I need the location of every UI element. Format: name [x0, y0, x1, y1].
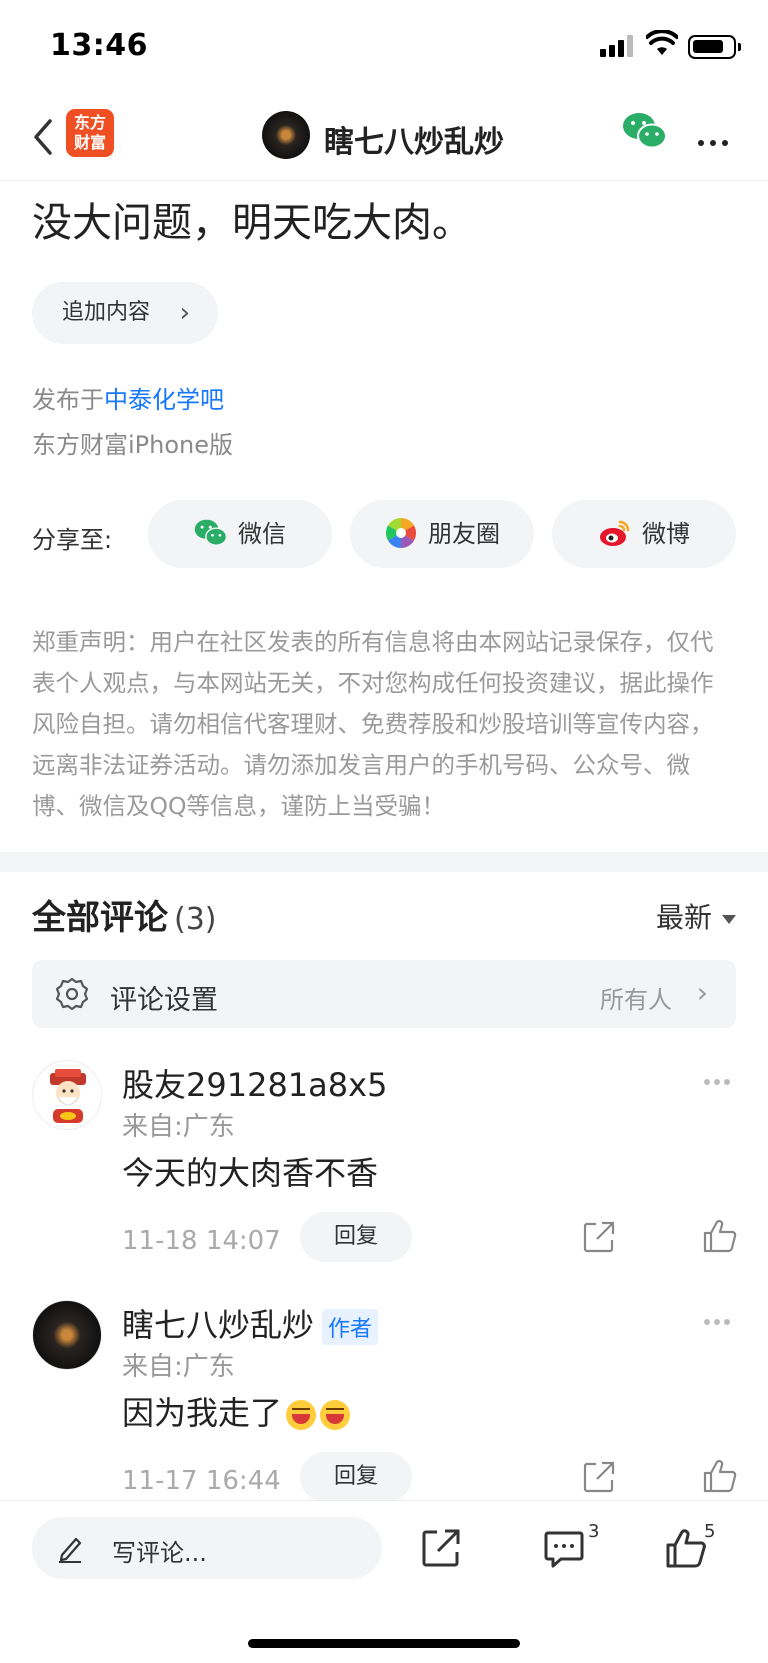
wechat-icon[interactable]: [622, 111, 668, 151]
signal-icon: [600, 35, 636, 57]
comments-title: 全部评论 (3): [32, 890, 217, 939]
caret-down-icon: [722, 914, 736, 924]
laughing-emoji-icon: [286, 1400, 317, 1430]
moments-icon: [385, 518, 417, 548]
thumbs-up-icon[interactable]: [702, 1458, 738, 1494]
comments-title-label: 全部评论: [32, 898, 168, 938]
commenter-name[interactable]: 瞎七八炒乱炒: [122, 1306, 314, 1344]
author-avatar[interactable]: [262, 111, 310, 159]
share-icon[interactable]: [582, 1220, 616, 1254]
status-time: 13:46: [50, 28, 148, 63]
section-divider: [0, 852, 768, 872]
add-content-button[interactable]: 追加内容 ›: [32, 282, 218, 344]
published-prefix: 发布于: [32, 386, 104, 414]
share-wechat-button[interactable]: 微信: [148, 500, 332, 568]
add-content-label: 追加内容: [62, 300, 151, 325]
sort-label: 最新: [655, 901, 712, 934]
comment-date: 11-17 16:44: [122, 1466, 281, 1496]
commenter-avatar[interactable]: [32, 1300, 102, 1370]
wifi-icon: [646, 30, 678, 55]
logo-text-line2: 财富: [73, 133, 106, 152]
status-bar: 13:46: [0, 0, 768, 95]
post-device: 东方财富iPhone版: [32, 431, 234, 459]
comment-settings-row[interactable]: 评论设置 所有人 ›: [32, 960, 736, 1028]
author-name[interactable]: 瞎七八炒乱炒: [324, 117, 504, 161]
share-moments-button[interactable]: 朋友圈: [350, 500, 534, 568]
more-icon[interactable]: [704, 1070, 736, 1085]
fortune-god-avatar-icon: [50, 1069, 86, 1123]
post-headline: 没大问题，明天吃大肉。: [32, 200, 472, 246]
gear-icon: [55, 977, 89, 1011]
share-icon[interactable]: [420, 1527, 462, 1569]
wechat-icon: [194, 519, 228, 546]
reply-button[interactable]: 回复: [300, 1212, 412, 1262]
bottom-action-bar: 写评论... 3 5: [0, 1500, 768, 1663]
commenter-avatar[interactable]: [32, 1060, 102, 1130]
comment-text-row: 因为我走了: [122, 1388, 351, 1434]
more-icon[interactable]: [704, 1310, 736, 1325]
author-badge: 作者: [322, 1309, 379, 1345]
commenter-name[interactable]: 股友291281a8x5: [122, 1060, 387, 1106]
share-label: 分享至:: [32, 526, 113, 554]
chevron-left-icon[interactable]: [28, 115, 58, 159]
pencil-icon: [59, 1537, 82, 1563]
commenter-location: 来自:广东: [122, 1112, 235, 1142]
comment-count-badge: 3: [588, 1521, 600, 1542]
published-info: 发布于中泰化学吧: [32, 380, 224, 415]
share-icon[interactable]: [582, 1460, 616, 1494]
logo-text-line1: 东方: [73, 113, 106, 132]
reply-button[interactable]: 回复: [300, 1452, 412, 1502]
comment-settings-value: 所有人: [600, 986, 672, 1014]
share-moments-label: 朋友圈: [428, 520, 500, 548]
comment-text: 今天的大肉香不香: [122, 1154, 379, 1192]
comment-icon[interactable]: [543, 1527, 585, 1569]
battery-icon: [688, 35, 741, 59]
forum-link[interactable]: 中泰化学吧: [104, 386, 224, 414]
chevron-right-icon: ›: [179, 298, 190, 328]
write-comment-placeholder: 写评论...: [112, 1539, 207, 1567]
share-wechat-label: 微信: [238, 520, 286, 548]
nav-bar: 东方 财富 瞎七八炒乱炒: [0, 95, 768, 181]
thumbs-up-icon[interactable]: [702, 1218, 738, 1254]
like-count-badge: 5: [704, 1521, 716, 1542]
comment-text: 因为我走了: [122, 1394, 283, 1432]
share-weibo-button[interactable]: 微博: [552, 500, 736, 568]
home-indicator: [248, 1639, 520, 1648]
comment-date: 11-18 14:07: [122, 1226, 281, 1256]
laughing-emoji-icon: [320, 1400, 351, 1430]
comments-count: (3): [174, 902, 217, 937]
comment-settings-label: 评论设置: [110, 985, 218, 1016]
app-logo[interactable]: 东方 财富: [66, 109, 114, 157]
more-icon[interactable]: [698, 131, 734, 146]
thumbs-up-icon[interactable]: [665, 1527, 707, 1569]
chevron-right-icon: ›: [696, 976, 708, 1009]
sort-dropdown[interactable]: 最新: [656, 896, 736, 936]
commenter-location: 来自:广东: [122, 1352, 235, 1382]
disclaimer-text: 郑重声明：用户在社区发表的所有信息将由本网站记录保存，仅代表个人观点，与本网站无…: [32, 628, 714, 820]
comment-item: 股友291281a8x5 来自:广东 今天的大肉香不香 11-18 14:07 …: [0, 1060, 768, 1300]
share-weibo-label: 微博: [642, 520, 690, 548]
write-comment-input[interactable]: 写评论...: [32, 1517, 382, 1579]
commenter-name-row: 瞎七八炒乱炒 作者: [122, 1300, 379, 1346]
weibo-icon: [600, 520, 630, 546]
